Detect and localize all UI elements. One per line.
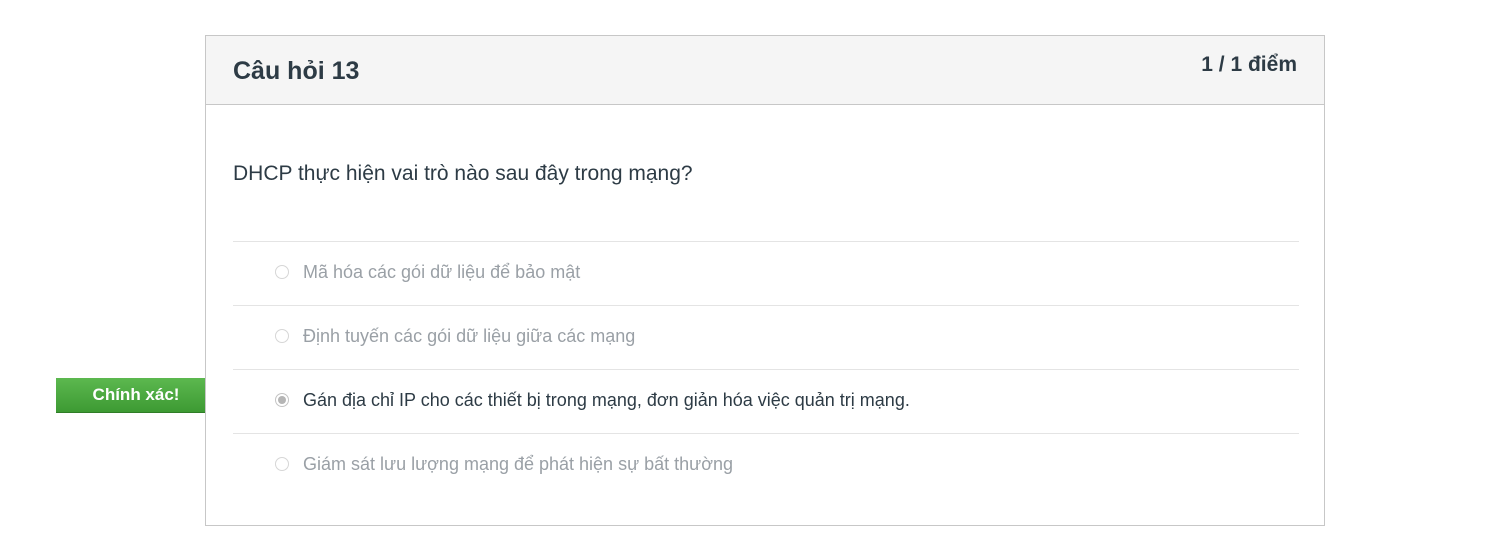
- radio-button[interactable]: [275, 329, 289, 343]
- radio-button[interactable]: [275, 457, 289, 471]
- answer-option[interactable]: Định tuyến các gói dữ liệu giữa các mạng: [233, 305, 1299, 369]
- radio-button-checked[interactable]: [275, 393, 289, 407]
- question-card: Câu hỏi 13 1 / 1 điểm DHCP thực hiện vai…: [205, 35, 1325, 526]
- radio-button[interactable]: [275, 265, 289, 279]
- question-text: DHCP thực hiện vai trò nào sau đây trong…: [233, 162, 693, 185]
- correct-flag-label: Chính xác!: [92, 385, 180, 404]
- answer-option-selected[interactable]: Gán địa chỉ IP cho các thiết bị trong mạ…: [233, 369, 1299, 433]
- answer-label: Giám sát lưu lượng mạng để phát hiện sự …: [303, 454, 734, 474]
- question-header: Câu hỏi 13 1 / 1 điểm: [206, 36, 1324, 105]
- answer-label: Mã hóa các gói dữ liệu để bảo mật: [303, 262, 581, 282]
- answer-option[interactable]: Mã hóa các gói dữ liệu để bảo mật: [233, 241, 1299, 305]
- answer-list: Mã hóa các gói dữ liệu để bảo mật Định t…: [233, 241, 1299, 497]
- quiz-page: Chính xác! Câu hỏi 13 1 / 1 điểm DHCP th…: [0, 0, 1498, 550]
- correct-answer-flag: Chính xác!: [56, 378, 227, 414]
- question-score: 1 / 1 điểm: [1201, 53, 1297, 76]
- question-title: Câu hỏi 13: [233, 57, 360, 85]
- answer-label: Gán địa chỉ IP cho các thiết bị trong mạ…: [303, 390, 910, 410]
- answer-option[interactable]: Giám sát lưu lượng mạng để phát hiện sự …: [233, 433, 1299, 497]
- answer-label: Định tuyến các gói dữ liệu giữa các mạng: [303, 326, 636, 346]
